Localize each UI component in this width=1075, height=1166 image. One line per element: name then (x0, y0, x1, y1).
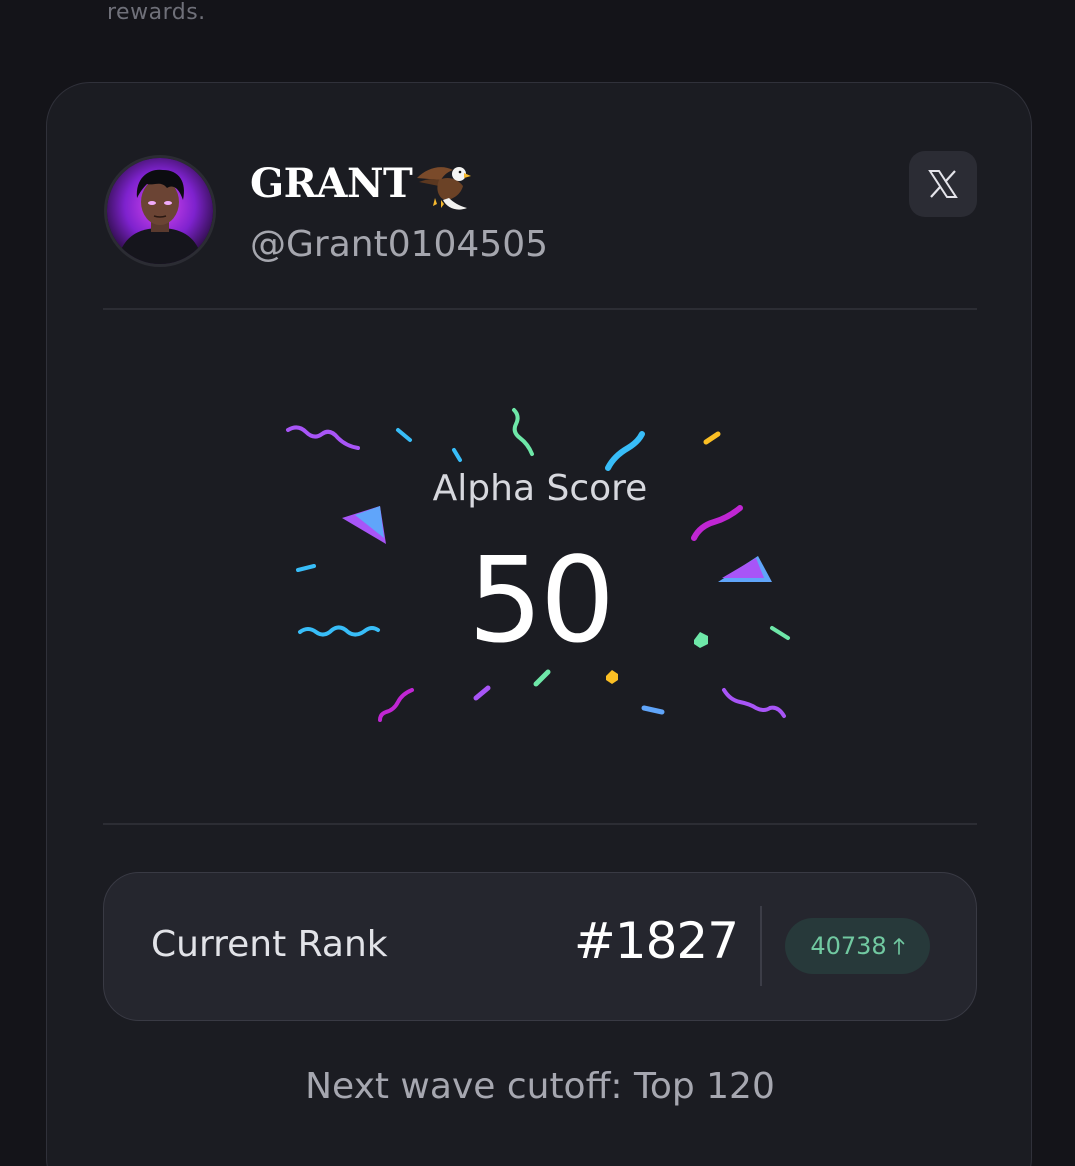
score-label: Alpha Score (432, 468, 648, 509)
rank-change-value: 40738 (810, 932, 887, 960)
wave-cutoff-text: Next wave cutoff: Top 120 (305, 1066, 775, 1107)
page: rewards. GRANT @Grant0104505 Alpha Score… (0, 0, 1075, 1166)
score-value: 50 (467, 531, 615, 669)
display-name: GRANT (250, 160, 413, 207)
handle: @Grant0104505 (250, 224, 549, 265)
divider-top (103, 308, 977, 310)
divider-bottom (103, 823, 977, 825)
avatar (104, 155, 216, 267)
rank-value: #1827 (573, 912, 739, 970)
rank-separator (760, 906, 762, 986)
avatar-portrait (107, 158, 213, 264)
rank-change-badge: 40738 (785, 918, 930, 974)
intro-text: rewards. (107, 0, 206, 25)
x-profile-button[interactable] (909, 151, 977, 217)
eagle-icon (417, 167, 471, 210)
x-logo-icon (928, 170, 958, 198)
rank-label: Current Rank (151, 924, 388, 965)
arrow-up-icon (893, 938, 904, 955)
